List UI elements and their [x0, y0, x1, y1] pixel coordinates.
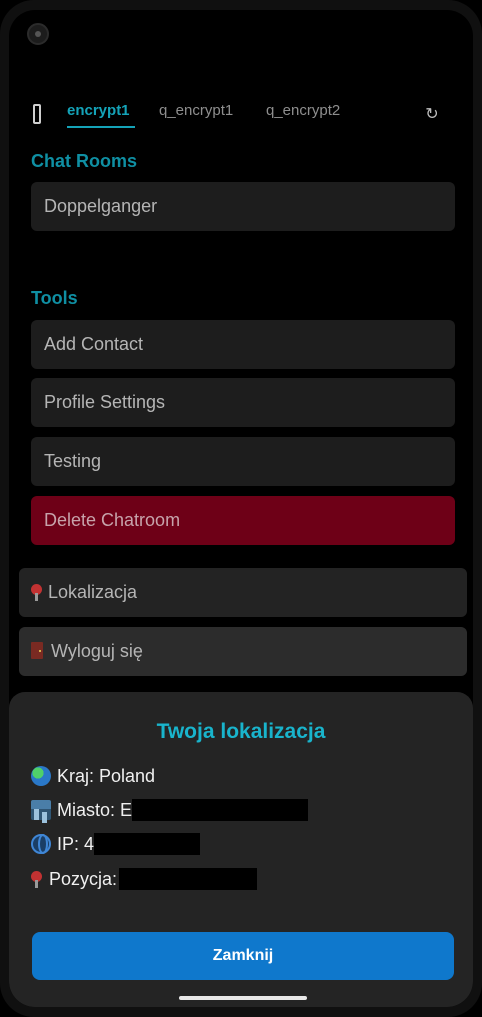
ip-row: IP: 4 [31, 832, 201, 856]
add-contact-button[interactable]: Add Contact [31, 320, 455, 369]
logout-button[interactable]: Wyloguj się [19, 627, 467, 676]
location-button[interactable]: Lokalizacja [19, 568, 467, 617]
location-label: Lokalizacja [48, 582, 138, 602]
testing-button[interactable]: Testing [31, 437, 455, 486]
delete-chatroom-button[interactable]: Delete Chatroom [31, 496, 455, 545]
pin-icon [31, 584, 42, 601]
position-label: Pozycja: [49, 869, 118, 889]
city-icon [31, 800, 51, 820]
position-row: Pozycja: [31, 867, 258, 891]
city-row: Miasto: E [31, 798, 309, 822]
country-row: Kraj: Poland [31, 764, 155, 788]
door-icon [31, 642, 43, 659]
home-indicator[interactable] [179, 996, 307, 1000]
pin-icon [31, 871, 43, 888]
city-label: Miasto: E [57, 800, 133, 820]
screen: encrypt1 q_encrypt1 q_encrypt2 ↻ Chat Ro… [9, 10, 473, 1007]
active-tab-indicator [67, 126, 135, 128]
network-icon [31, 834, 51, 854]
menu-icon[interactable] [33, 104, 41, 124]
chat-rooms-title: Chat Rooms [31, 151, 138, 171]
chat-room-doppelganger[interactable]: Doppelganger [31, 182, 455, 231]
close-button[interactable]: Zamknij [32, 932, 454, 980]
device-frame: encrypt1 q_encrypt1 q_encrypt2 ↻ Chat Ro… [0, 0, 482, 1017]
sheet-title: Twoja lokalizacja [156, 720, 326, 743]
tab-q-encrypt2[interactable]: q_encrypt2 [266, 102, 340, 119]
redacted-ip [94, 833, 201, 855]
tools-title: Tools [31, 288, 78, 308]
tab-bar: encrypt1 q_encrypt1 q_encrypt2 ↻ [9, 98, 473, 138]
logout-label: Wyloguj się [51, 641, 143, 661]
ip-label: IP: 4 [57, 834, 95, 854]
tab-encrypt1[interactable]: encrypt1 [67, 102, 130, 119]
redacted-city [132, 799, 309, 821]
profile-settings-button[interactable]: Profile Settings [31, 378, 455, 427]
tab-q-encrypt1[interactable]: q_encrypt1 [159, 102, 233, 119]
country-label: Kraj: Poland [57, 766, 156, 786]
refresh-icon[interactable]: ↻ [423, 106, 441, 124]
front-camera [27, 23, 49, 45]
redacted-position [119, 868, 258, 890]
globe-icon [31, 766, 51, 786]
location-sheet: Twoja lokalizacja Kraj: Poland Miasto: E… [9, 692, 473, 1007]
